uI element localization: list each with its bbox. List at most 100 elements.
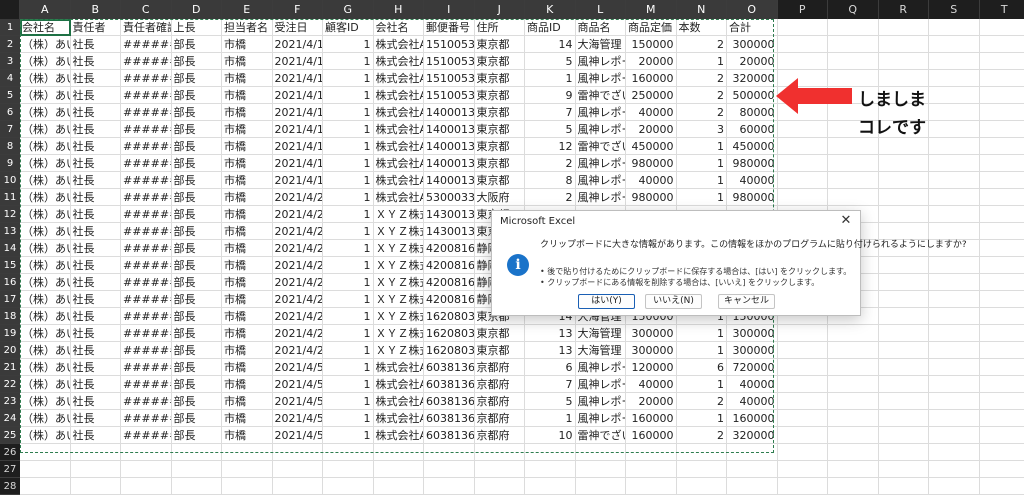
cell-r26[interactable] bbox=[878, 444, 929, 461]
cell-n4[interactable]: 2 bbox=[676, 70, 727, 87]
cell-t23[interactable] bbox=[979, 393, 1024, 410]
cell-i26[interactable] bbox=[424, 444, 475, 461]
cell-t7[interactable] bbox=[979, 121, 1024, 138]
row-header-7[interactable]: 7 bbox=[0, 121, 20, 138]
cell-d9[interactable]: 部長 bbox=[171, 155, 222, 172]
cell-h28[interactable] bbox=[373, 478, 424, 495]
cell-j1[interactable]: 住所 bbox=[474, 19, 525, 36]
cell-i15[interactable]: 4200816 bbox=[424, 257, 475, 274]
cell-g12[interactable]: 1 bbox=[323, 206, 374, 223]
cell-c23[interactable]: ####### bbox=[121, 393, 172, 410]
cell-l1[interactable]: 商品名 bbox=[575, 19, 626, 36]
cell-h24[interactable]: 株式会社A bbox=[373, 410, 424, 427]
cell-n1[interactable]: 本数 bbox=[676, 19, 727, 36]
cell-a19[interactable]: （株）あい bbox=[20, 325, 71, 342]
cell-a8[interactable]: （株）あい bbox=[20, 138, 71, 155]
cell-g10[interactable]: 1 bbox=[323, 172, 374, 189]
cell-i19[interactable]: 1620803 bbox=[424, 325, 475, 342]
cell-m1[interactable]: 商品定価 bbox=[626, 19, 677, 36]
cell-l26[interactable] bbox=[575, 444, 626, 461]
cell-g8[interactable]: 1 bbox=[323, 138, 374, 155]
cell-t28[interactable] bbox=[979, 478, 1024, 495]
cell-i5[interactable]: 1510053 bbox=[424, 87, 475, 104]
cell-h27[interactable] bbox=[373, 461, 424, 478]
cell-s15[interactable] bbox=[929, 257, 980, 274]
cell-g23[interactable]: 1 bbox=[323, 393, 374, 410]
cell-l23[interactable]: 風神レポー bbox=[575, 393, 626, 410]
column-header-t[interactable]: T bbox=[980, 0, 1024, 19]
cell-d24[interactable]: 部長 bbox=[171, 410, 222, 427]
cell-t15[interactable] bbox=[979, 257, 1024, 274]
cell-k24[interactable]: 1 bbox=[525, 410, 576, 427]
cell-g9[interactable]: 1 bbox=[323, 155, 374, 172]
cell-i6[interactable]: 1400013 bbox=[424, 104, 475, 121]
cell-g2[interactable]: 1 bbox=[323, 36, 374, 53]
cell-e27[interactable] bbox=[222, 461, 273, 478]
cell-h4[interactable]: 株式会社A bbox=[373, 70, 424, 87]
cell-r12[interactable] bbox=[878, 206, 929, 223]
row-header-27[interactable]: 27 bbox=[0, 461, 20, 478]
cell-n25[interactable]: 2 bbox=[676, 427, 727, 444]
cell-j11[interactable]: 大阪府 bbox=[474, 189, 525, 206]
cell-j24[interactable]: 京都府 bbox=[474, 410, 525, 427]
cell-j2[interactable]: 東京都 bbox=[474, 36, 525, 53]
cell-e8[interactable]: 市橋 bbox=[222, 138, 273, 155]
cell-e26[interactable] bbox=[222, 444, 273, 461]
cell-f27[interactable] bbox=[272, 461, 323, 478]
cell-c26[interactable] bbox=[121, 444, 172, 461]
cell-n5[interactable]: 2 bbox=[676, 87, 727, 104]
cell-n20[interactable]: 1 bbox=[676, 342, 727, 359]
cell-e24[interactable]: 市橋 bbox=[222, 410, 273, 427]
column-header-l[interactable]: L bbox=[575, 0, 626, 19]
cell-s12[interactable] bbox=[929, 206, 980, 223]
cell-o4[interactable]: 320000 bbox=[727, 70, 778, 87]
cell-k27[interactable] bbox=[525, 461, 576, 478]
cell-l3[interactable]: 風神レポー bbox=[575, 53, 626, 70]
cell-b15[interactable]: 社長 bbox=[70, 257, 121, 274]
cell-d5[interactable]: 部長 bbox=[171, 87, 222, 104]
cell-f20[interactable]: 2021/4/2 bbox=[272, 342, 323, 359]
cell-i17[interactable]: 4200816 bbox=[424, 291, 475, 308]
cell-c16[interactable]: ####### bbox=[121, 274, 172, 291]
cell-f22[interactable]: 2021/4/5 bbox=[272, 376, 323, 393]
cell-k7[interactable]: 5 bbox=[525, 121, 576, 138]
row-header-23[interactable]: 23 bbox=[0, 393, 20, 410]
row-header-14[interactable]: 14 bbox=[0, 240, 20, 257]
row-header-24[interactable]: 24 bbox=[0, 410, 20, 427]
cell-f16[interactable]: 2021/4/2 bbox=[272, 274, 323, 291]
row-header-9[interactable]: 9 bbox=[0, 155, 20, 172]
cell-o19[interactable]: 300000 bbox=[727, 325, 778, 342]
cell-s19[interactable] bbox=[929, 325, 980, 342]
column-header-r[interactable]: R bbox=[879, 0, 929, 19]
cell-d13[interactable]: 部長 bbox=[171, 223, 222, 240]
cell-b8[interactable]: 社長 bbox=[70, 138, 121, 155]
cell-c28[interactable] bbox=[121, 478, 172, 495]
cell-r4[interactable] bbox=[878, 70, 929, 87]
cell-n9[interactable]: 1 bbox=[676, 155, 727, 172]
cell-i8[interactable]: 1400013 bbox=[424, 138, 475, 155]
cell-d1[interactable]: 上長 bbox=[171, 19, 222, 36]
cell-p28[interactable] bbox=[777, 478, 828, 495]
cell-s28[interactable] bbox=[929, 478, 980, 495]
row-header-13[interactable]: 13 bbox=[0, 223, 20, 240]
cell-n24[interactable]: 1 bbox=[676, 410, 727, 427]
row-header-25[interactable]: 25 bbox=[0, 427, 20, 444]
cell-f4[interactable]: 2021/4/1 bbox=[272, 70, 323, 87]
cell-e3[interactable]: 市橋 bbox=[222, 53, 273, 70]
cell-d14[interactable]: 部長 bbox=[171, 240, 222, 257]
cell-b6[interactable]: 社長 bbox=[70, 104, 121, 121]
cell-d27[interactable] bbox=[171, 461, 222, 478]
cell-f23[interactable]: 2021/4/5 bbox=[272, 393, 323, 410]
cell-r11[interactable] bbox=[878, 189, 929, 206]
column-header-e[interactable]: E bbox=[222, 0, 273, 19]
row-header-1[interactable]: 1 bbox=[0, 19, 20, 36]
cell-d3[interactable]: 部長 bbox=[171, 53, 222, 70]
cell-t16[interactable] bbox=[979, 274, 1024, 291]
cell-m3[interactable]: 20000 bbox=[626, 53, 677, 70]
cell-i27[interactable] bbox=[424, 461, 475, 478]
cell-j7[interactable]: 東京都 bbox=[474, 121, 525, 138]
cell-t1[interactable] bbox=[979, 19, 1024, 36]
cell-i14[interactable]: 4200816 bbox=[424, 240, 475, 257]
cell-c5[interactable]: ####### bbox=[121, 87, 172, 104]
cell-t2[interactable] bbox=[979, 36, 1024, 53]
